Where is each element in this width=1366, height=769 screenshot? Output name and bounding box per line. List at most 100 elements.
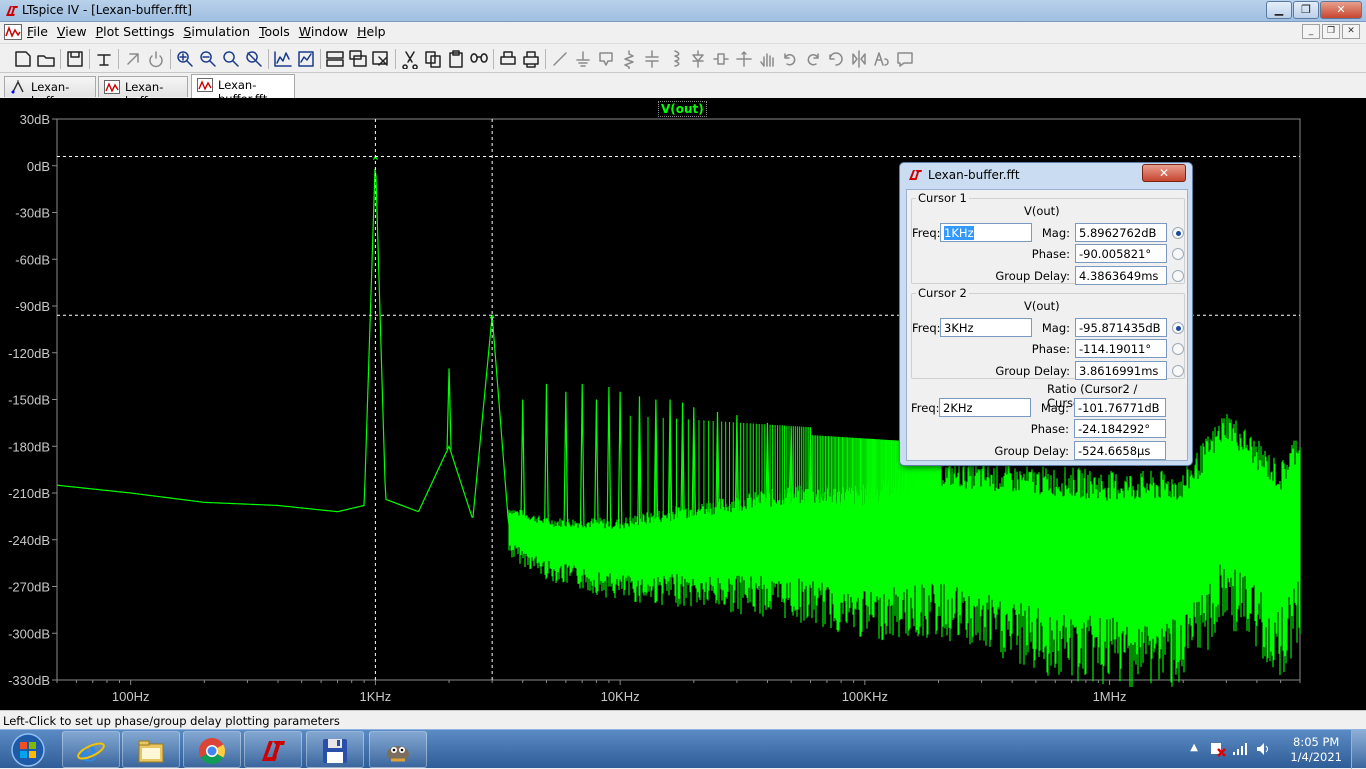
maximize-button[interactable]: ❐ [1293, 1, 1319, 19]
y-tick-label: -60dB [15, 252, 50, 267]
taskbar-explorer[interactable] [122, 731, 180, 768]
cursor1-gd-field[interactable]: 4.3863649ms [1075, 266, 1167, 285]
taskbar-save[interactable] [306, 731, 364, 768]
cursor1-phase-field[interactable]: -90.005821° [1075, 244, 1167, 263]
cursor2-gd-field[interactable]: 3.8616991ms [1075, 361, 1167, 380]
toolbar-separator [170, 49, 171, 69]
cursor2-phase-radio[interactable] [1172, 343, 1184, 355]
toolbar-separator [60, 49, 61, 69]
mdi-minimize-button[interactable]: _ [1302, 24, 1320, 39]
zoom-fit-icon[interactable] [221, 49, 241, 69]
cursor2-gd-radio[interactable] [1172, 365, 1184, 377]
cursor2-phase-field[interactable]: -114.19011° [1075, 339, 1167, 358]
run-icon[interactable] [123, 49, 143, 69]
save-icon[interactable] [65, 49, 85, 69]
cursor1-mag-field[interactable]: 5.8962762dB [1075, 223, 1167, 242]
close-button[interactable]: ✕ [1320, 1, 1362, 19]
cancel-zoom-icon[interactable] [244, 49, 264, 69]
capacitor-icon[interactable] [642, 49, 662, 69]
rotate-icon[interactable] [826, 49, 846, 69]
y-tick-label: -90dB [15, 299, 50, 314]
x-tick-label: 100KHz [842, 689, 888, 704]
autorange-fast-icon[interactable] [296, 49, 316, 69]
cursor2-freq-field[interactable]: 3KHz [940, 318, 1032, 337]
taskbar-gimp[interactable] [369, 731, 427, 768]
find-icon[interactable] [469, 49, 489, 69]
drag-icon[interactable] [757, 49, 777, 69]
cursor1-phase-radio[interactable] [1172, 248, 1184, 260]
inductor-icon[interactable] [665, 49, 685, 69]
component-icon[interactable] [711, 49, 731, 69]
tile-icon[interactable] [325, 49, 345, 69]
cursor1-gd-radio[interactable] [1172, 270, 1184, 282]
cursor1-freq-field[interactable]: 1KHz [940, 223, 1032, 242]
action-center-icon[interactable] [1210, 741, 1226, 757]
dialog-close-button[interactable]: ✕ [1142, 164, 1186, 182]
ratio-freq-field[interactable]: 2KHz [939, 398, 1031, 417]
redo-icon[interactable] [803, 49, 823, 69]
waveform-doc-icon[interactable] [4, 24, 22, 40]
start-button[interactable] [3, 731, 53, 768]
volume-icon[interactable] [1255, 741, 1271, 757]
minimize-button[interactable]: ▁ [1266, 1, 1292, 19]
mdi-close-button[interactable]: ✕ [1342, 24, 1360, 39]
cut-icon[interactable] [400, 49, 420, 70]
wire-icon[interactable] [550, 49, 570, 69]
mirror-icon[interactable] [849, 49, 869, 69]
autorange-icon[interactable] [273, 49, 293, 69]
x-tick-label: 1MHz [1093, 689, 1127, 704]
label-icon[interactable] [596, 49, 616, 69]
menu-window[interactable]: Window [299, 24, 357, 39]
text-icon[interactable] [872, 49, 892, 69]
menu-simulation[interactable]: Simulation [183, 24, 259, 39]
zoom-out-icon[interactable] [198, 49, 218, 69]
ground-icon[interactable] [573, 49, 593, 69]
halt-icon[interactable] [146, 49, 166, 69]
taskbar-chrome[interactable] [183, 731, 241, 768]
tab-lexan-buffer-waveform[interactable]: Lexan-buffer [98, 76, 188, 108]
show-desktop-button[interactable] [1351, 730, 1366, 769]
taskbar-ltspice[interactable] [244, 731, 302, 768]
menu-plot-settings[interactable]: Plot Settings [96, 24, 184, 39]
copy-icon[interactable] [423, 49, 443, 69]
trace-label-vout[interactable]: V(out) [658, 101, 707, 117]
paste-icon[interactable] [446, 49, 466, 69]
cursor-dialog: Lexan-buffer.fft ✕ Cursor 1 V(out) Freq:… [899, 162, 1193, 466]
mdi-restore-button[interactable]: ❐ [1322, 24, 1340, 39]
ratio-phase-field[interactable]: -24.184292° [1074, 419, 1166, 438]
cursor2-mag-field[interactable]: -95.871435dB [1075, 318, 1167, 337]
menu-help[interactable]: Help [357, 24, 395, 39]
cursor1-mag-radio[interactable] [1172, 227, 1184, 239]
menu-tools[interactable]: Tools [259, 24, 299, 39]
save-disk-icon [323, 739, 347, 763]
tray-expand-icon[interactable]: ▲ [1190, 742, 1198, 753]
print-icon[interactable] [521, 49, 541, 69]
taskbar: e ▲ 8:05 PM 1/4/2021 [0, 729, 1366, 769]
taskbar-ie[interactable]: e [62, 731, 120, 768]
ratio-mag-field[interactable]: -101.76771dB [1074, 398, 1166, 417]
cursor1-phase-label: Phase: [1031, 247, 1070, 261]
spice-directive-icon[interactable] [895, 49, 915, 69]
harmonic-peak [446, 368, 452, 450]
new-schematic-icon[interactable] [13, 49, 33, 69]
cascade-icon[interactable] [348, 49, 368, 69]
open-icon[interactable] [36, 49, 56, 69]
ratio-gd-field[interactable]: -524.6658µs [1074, 441, 1166, 460]
print-preview-icon[interactable] [498, 49, 518, 69]
control-panel-icon[interactable] [94, 49, 114, 69]
undo-icon[interactable] [780, 49, 800, 69]
cursor2-mag-radio[interactable] [1172, 322, 1184, 334]
tab-lexan-buffer-fft[interactable]: Lexan-buffer.fft [191, 74, 295, 106]
move-icon[interactable] [734, 49, 754, 69]
diode-icon[interactable] [688, 49, 708, 69]
network-icon[interactable] [1232, 742, 1248, 756]
close-all-icon[interactable] [371, 49, 391, 69]
zoom-in-icon[interactable] [175, 49, 195, 69]
tab-lexan-buffer-schematic[interactable]: Lexan-buffer [4, 76, 96, 108]
menu-view[interactable]: View [57, 24, 96, 39]
menu-file[interactable]: File [27, 24, 57, 39]
cursor2-gd-label: Group Delay: [995, 364, 1070, 378]
resistor-icon[interactable] [619, 49, 639, 70]
toolbar-separator [395, 49, 396, 69]
clock[interactable]: 8:05 PM 1/4/2021 [1290, 735, 1342, 765]
